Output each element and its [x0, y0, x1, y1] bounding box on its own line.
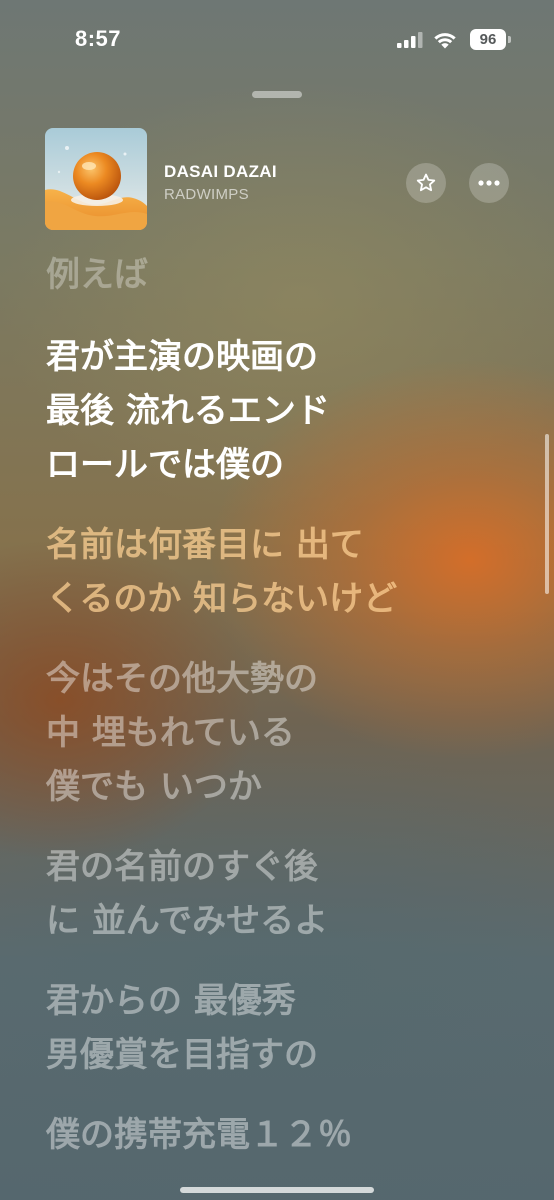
lyric-line: 最後 流れるエンド: [46, 391, 330, 431]
status-bar: 8:57 96: [0, 0, 554, 80]
album-artwork-image: [45, 128, 147, 230]
home-indicator[interactable]: [180, 1187, 374, 1193]
sheet-grabber[interactable]: [252, 91, 302, 98]
battery-nub: [508, 36, 511, 43]
lyric-line: 君からの 最優秀: [46, 981, 296, 1021]
wifi-icon: [434, 33, 456, 49]
lyric-block-current[interactable]: 君が主演の映画の 最後 流れるエンド ロールでは僕の: [46, 330, 526, 492]
lyric-line: 男優賞を目指すの: [46, 1035, 318, 1075]
lyric-line: に 並んでみせるよ: [46, 901, 329, 941]
cellular-signal-icon: [397, 32, 423, 48]
lyric-line: 名前は何番目に 出て: [46, 525, 364, 565]
lyric-line-past[interactable]: 例えば: [46, 248, 526, 302]
lyric-line: くるのか 知らないけど: [46, 579, 398, 619]
lyric-block-next[interactable]: 名前は何番目に 出て くるのか 知らないけど: [46, 518, 526, 626]
more-options-button[interactable]: [469, 163, 509, 203]
lyric-block[interactable]: 君からの 最優秀 男優賞を目指すの: [46, 974, 526, 1082]
favorite-button[interactable]: [406, 163, 446, 203]
lyric-block[interactable]: 僕の携帯充電１２％: [46, 1108, 526, 1162]
album-artwork[interactable]: [45, 128, 147, 230]
status-time: 8:57: [75, 26, 122, 51]
lyric-block[interactable]: 君の名前のすぐ後 に 並んでみせるよ: [46, 840, 526, 948]
ellipsis-icon: [478, 180, 500, 186]
lyric-line: 今はその他大勢の: [46, 659, 318, 699]
lyric-line: ロールでは僕の: [46, 445, 284, 485]
lyrics-view[interactable]: 例えば 君が主演の映画の 最後 流れるエンド ロールでは僕の 名前は何番目に 出…: [46, 248, 526, 1188]
scroll-indicator[interactable]: [545, 434, 549, 594]
lyric-line: 僕でも いつか: [46, 767, 262, 807]
lyric-line: 僕の携帯充電１２％: [46, 1115, 352, 1155]
star-icon: [416, 173, 436, 192]
battery-indicator: 96: [470, 29, 506, 50]
track-title[interactable]: DASAI DAZAI: [164, 162, 277, 182]
lyric-block[interactable]: 今はその他大勢の 中 埋もれている 僕でも いつか: [46, 652, 526, 814]
track-artist[interactable]: RADWIMPS: [164, 186, 249, 203]
lyric-line: 君の名前のすぐ後: [46, 847, 318, 887]
lyric-line: 中 埋もれている: [46, 713, 295, 753]
lyric-line: 君が主演の映画の: [46, 337, 318, 377]
